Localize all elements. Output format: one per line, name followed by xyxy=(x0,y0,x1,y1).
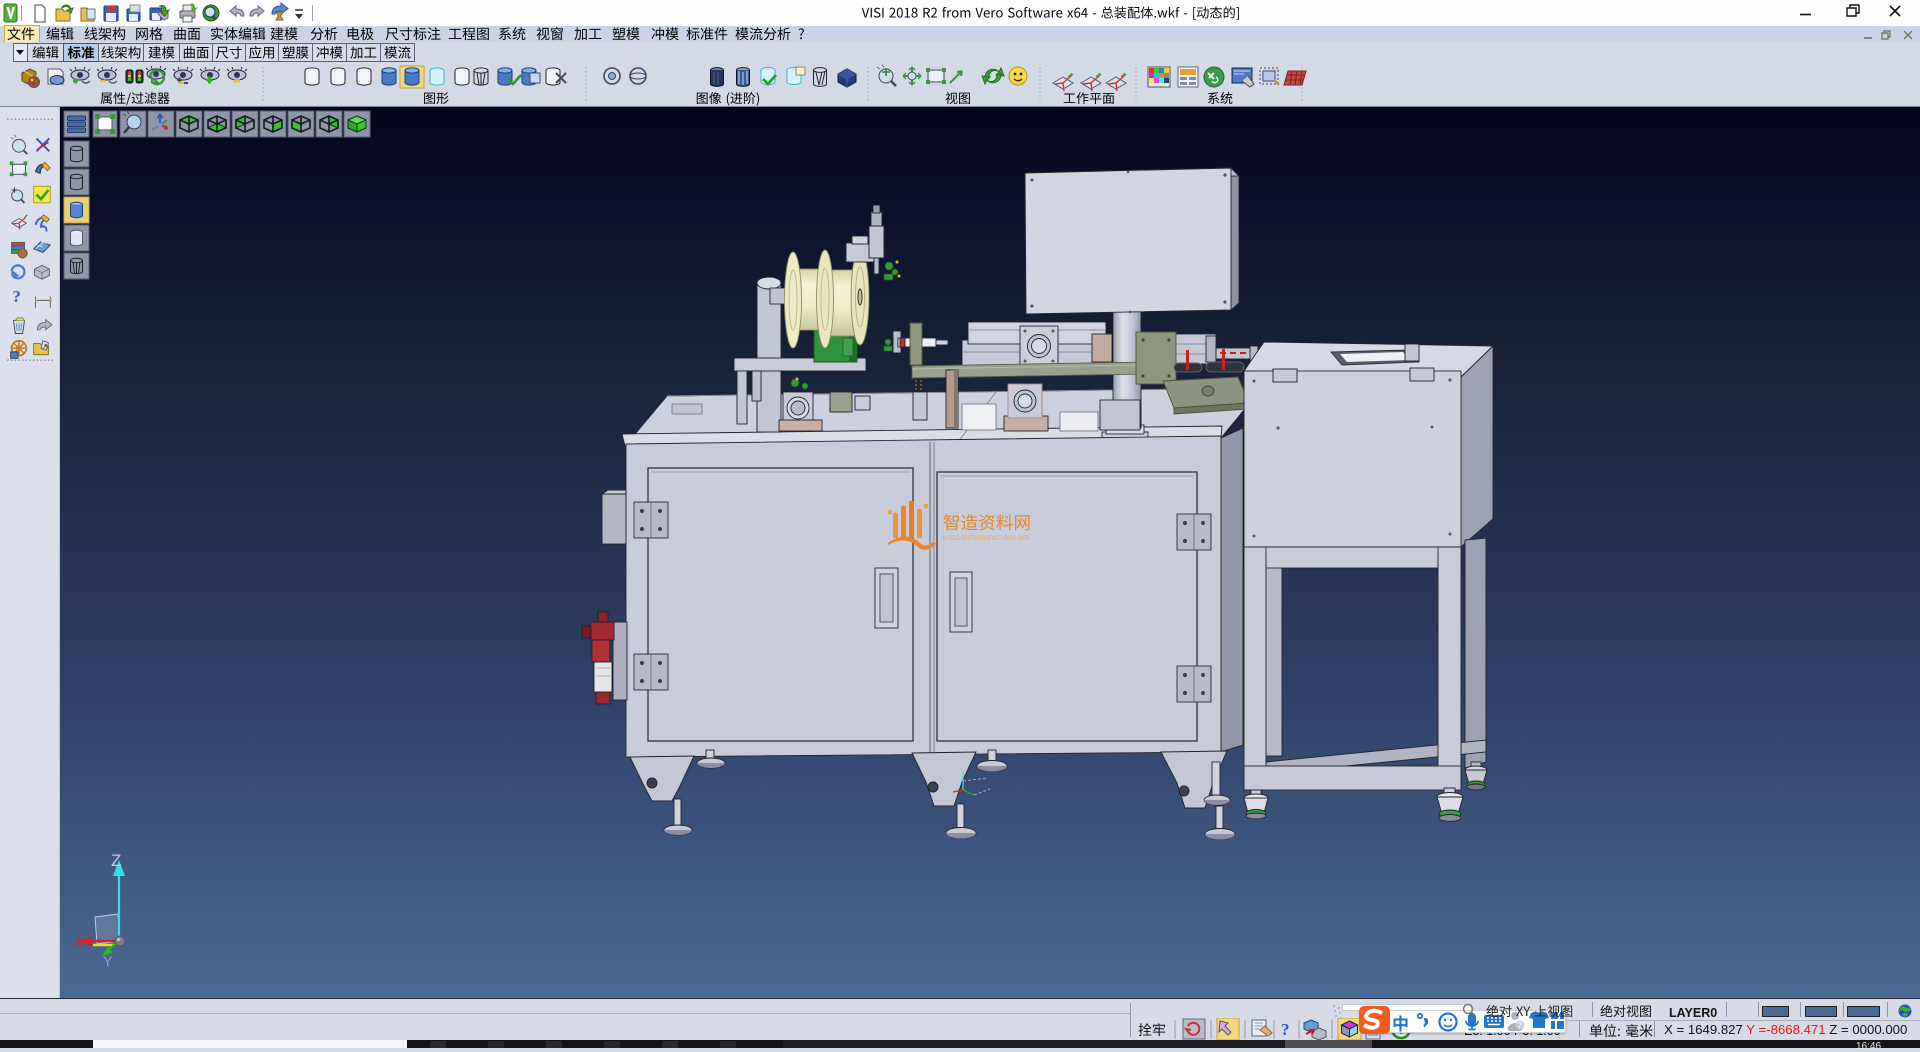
svg-text:X: X xyxy=(74,934,84,951)
svg-text:?: ? xyxy=(1281,1020,1290,1039)
svg-text:Y: Y xyxy=(103,953,113,969)
svg-text:Z: Z xyxy=(111,851,121,870)
svg-text:7: 7 xyxy=(1518,1022,1523,1031)
svg-text:?: ? xyxy=(13,287,21,306)
